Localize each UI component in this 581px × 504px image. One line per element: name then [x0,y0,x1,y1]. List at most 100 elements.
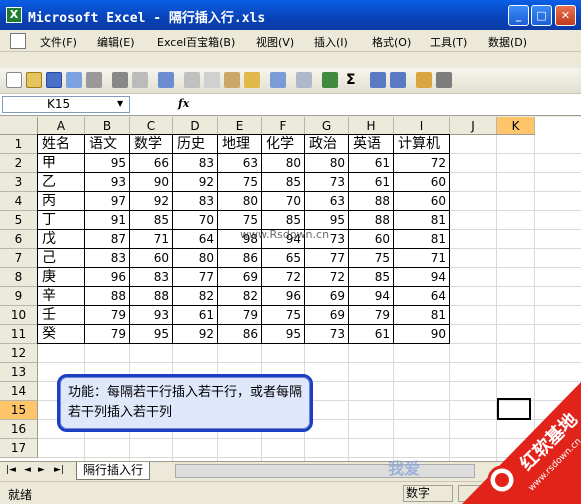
table-cell[interactable]: 80 [305,154,349,173]
row-header-3[interactable]: 3 [0,173,38,192]
table-cell[interactable]: 83 [173,154,218,173]
table-cell[interactable]: 93 [85,173,130,192]
callout-textbox[interactable]: 功能：每隔若干行插入若干行，或者每隔若干列插入若干列 [57,374,313,432]
select-all-corner[interactable] [0,117,38,135]
table-cell[interactable]: 96 [85,268,130,287]
table-cell[interactable]: 94 [349,287,394,306]
table-cell[interactable]: 83 [173,192,218,211]
row-header-12[interactable]: 12 [0,344,38,363]
table-cell[interactable]: 95 [130,325,173,344]
table-cell[interactable]: 81 [394,211,450,230]
cut-icon[interactable] [184,72,200,88]
table-cell[interactable]: 丙 [38,192,85,211]
table-cell[interactable]: 甲 [38,154,85,173]
table-cell[interactable]: 60 [349,230,394,249]
table-cell[interactable]: 79 [349,306,394,325]
table-cell[interactable]: 61 [173,306,218,325]
table-header-cell[interactable]: 计算机 [394,135,450,154]
table-header-cell[interactable]: 政治 [305,135,349,154]
table-cell[interactable]: 75 [349,249,394,268]
table-cell[interactable]: 60 [394,173,450,192]
table-cell[interactable]: 87 [85,230,130,249]
table-cell[interactable]: 66 [130,154,173,173]
table-cell[interactable]: 80 [173,249,218,268]
row-header-11[interactable]: 11 [0,325,38,344]
table-cell[interactable]: 85 [130,211,173,230]
excel-app-icon[interactable]: X [6,7,22,23]
table-cell[interactable]: 乙 [38,173,85,192]
row-header-1[interactable]: 1 [0,135,38,154]
table-cell[interactable]: 69 [305,306,349,325]
table-cell[interactable]: 80 [262,154,305,173]
table-cell[interactable]: 88 [130,287,173,306]
table-cell[interactable]: 83 [130,268,173,287]
menu-view[interactable]: 视图(V) [256,34,294,50]
menu-data[interactable]: 数据(D) [488,34,527,50]
table-cell[interactable]: 88 [349,211,394,230]
row-header-10[interactable]: 10 [0,306,38,325]
column-header-d[interactable]: D [173,117,218,135]
table-cell[interactable]: 92 [173,325,218,344]
permission-icon[interactable] [66,72,82,88]
row-header-7[interactable]: 7 [0,249,38,268]
table-header-cell[interactable]: 英语 [349,135,394,154]
table-cell[interactable]: 61 [349,325,394,344]
table-cell[interactable]: 辛 [38,287,85,306]
table-cell[interactable]: 79 [85,306,130,325]
last-sheet-button[interactable]: ►| [54,465,64,475]
table-cell[interactable]: 85 [262,173,305,192]
table-cell[interactable]: 61 [349,154,394,173]
table-cell[interactable]: 88 [85,287,130,306]
menu-tools[interactable]: 工具(T) [430,34,467,50]
drawing-icon[interactable] [436,72,452,88]
row-header-13[interactable]: 13 [0,363,38,382]
column-header-g[interactable]: G [305,117,349,135]
table-cell[interactable]: 96 [262,287,305,306]
table-cell[interactable]: 72 [305,268,349,287]
first-sheet-button[interactable]: |◄ [6,465,16,475]
column-header-b[interactable]: B [85,117,130,135]
column-header-j[interactable]: J [450,117,497,135]
table-cell[interactable]: 90 [394,325,450,344]
table-cell[interactable]: 86 [218,249,262,268]
table-cell[interactable]: 73 [305,325,349,344]
table-cell[interactable]: 88 [349,192,394,211]
table-cell[interactable]: 81 [394,230,450,249]
table-cell[interactable]: 60 [394,192,450,211]
horizontal-scrollbar[interactable] [175,464,475,478]
menu-format[interactable]: 格式(O) [372,34,411,50]
table-header-cell[interactable]: 姓名 [38,135,85,154]
table-cell[interactable]: 93 [130,306,173,325]
table-cell[interactable]: 97 [85,192,130,211]
table-cell[interactable]: 85 [349,268,394,287]
email-icon[interactable] [86,72,102,88]
table-cell[interactable]: 61 [349,173,394,192]
menu-file[interactable]: 文件(F) [40,34,77,50]
menu-insert[interactable]: 插入(I) [314,34,348,50]
table-cell[interactable]: 82 [218,287,262,306]
prev-sheet-button[interactable]: ◄ [24,465,31,475]
table-cell[interactable]: 95 [262,325,305,344]
chevron-down-icon[interactable]: ▼ [117,96,123,111]
name-box[interactable]: K15 [2,96,130,113]
table-header-cell[interactable]: 语文 [85,135,130,154]
row-header-8[interactable]: 8 [0,268,38,287]
print-icon[interactable] [112,72,128,88]
copy-icon[interactable] [204,72,220,88]
table-cell[interactable]: 65 [262,249,305,268]
column-header-c[interactable]: C [130,117,173,135]
new-icon[interactable] [6,72,22,88]
maximize-button[interactable]: □ [531,5,552,26]
sort-ascending-icon[interactable] [370,72,386,88]
sheet-tab-active[interactable]: 隔行插入行 [76,462,151,480]
table-cell[interactable]: 94 [394,268,450,287]
column-header-a[interactable]: A [38,117,85,135]
print-preview-icon[interactable] [132,72,148,88]
table-cell[interactable]: 70 [173,211,218,230]
column-header-k[interactable]: K [497,117,535,135]
paste-icon[interactable] [224,72,240,88]
table-cell[interactable]: 75 [262,306,305,325]
close-button[interactable]: ✕ [555,5,576,26]
table-cell[interactable]: 90 [130,173,173,192]
row-header-5[interactable]: 5 [0,211,38,230]
